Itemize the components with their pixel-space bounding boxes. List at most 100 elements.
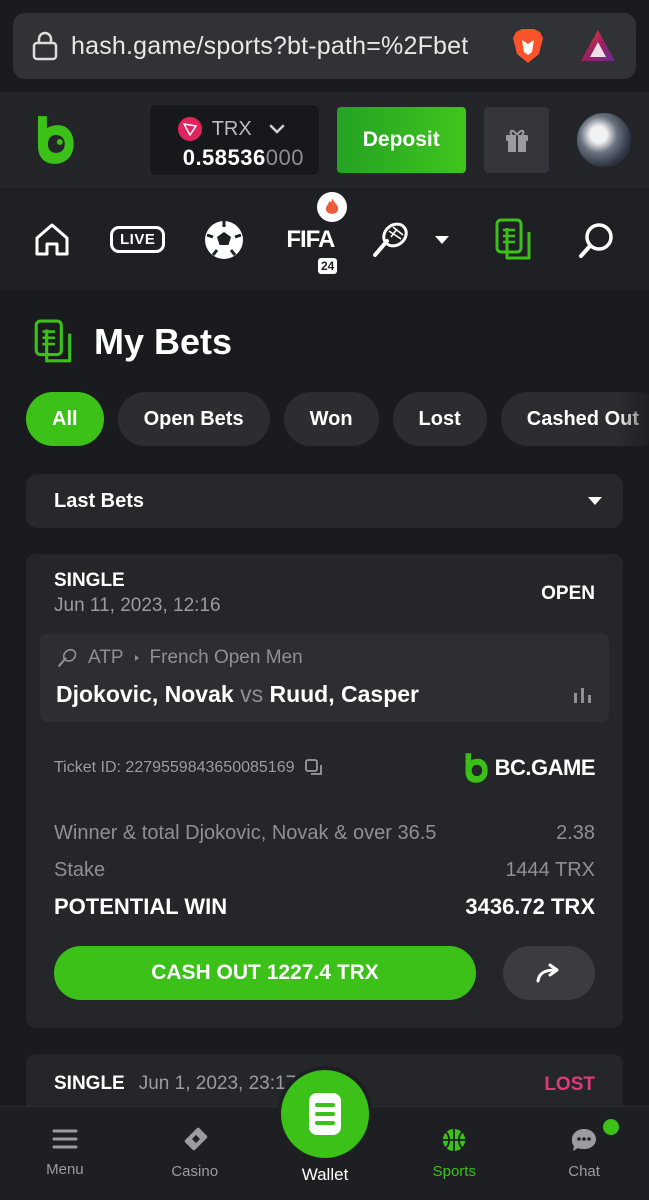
bet-event[interactable]: ATP French Open Men Djokovic, Novak vs R… (40, 633, 609, 722)
tab-casino-label: Casino (171, 1163, 219, 1180)
nav-soccer[interactable] (203, 214, 245, 266)
address-bar[interactable]: hash.game/sports?bt-path=%2Fbet (13, 13, 636, 79)
stake-row: Stake 1444 TRX (54, 859, 595, 882)
event-matchup: Djokovic, Novak vs Ruud, Casper (56, 681, 419, 708)
live-label: LIVE (120, 231, 156, 248)
browser-chrome: hash.game/sports?bt-path=%2Fbet (0, 0, 649, 92)
nav-my-bets[interactable] (495, 214, 533, 266)
tab-menu-label: Menu (46, 1161, 84, 1178)
event-league: ATP (88, 647, 124, 668)
home-icon (35, 223, 69, 255)
tab-sports[interactable]: Sports (389, 1107, 519, 1200)
bc-game-logo (465, 753, 488, 783)
page-title: My Bets (94, 321, 233, 362)
gift-button[interactable] (483, 107, 550, 173)
tab-casino[interactable]: Casino (130, 1107, 260, 1200)
online-indicator (600, 1117, 621, 1137)
search-icon (579, 222, 614, 258)
team-away: Ruud, Casper (269, 681, 419, 707)
stake-value: 1444 TRX (505, 859, 595, 881)
potential-win-label: POTENTIAL WIN (54, 894, 228, 919)
stats-icon[interactable] (571, 685, 593, 705)
potential-win-value: 3436.72 TRX (465, 894, 595, 919)
chat-bubble-icon (572, 1129, 597, 1151)
currency-label: TRX (211, 117, 252, 140)
bc-game-logo[interactable] (34, 114, 76, 166)
tab-menu[interactable]: Menu (0, 1107, 130, 1200)
nav-fifa[interactable]: FIFA 24 (281, 191, 348, 274)
brave-lion-icon[interactable] (508, 26, 548, 66)
caret-down-icon (588, 497, 602, 505)
share-arrow-icon (536, 963, 559, 983)
balance-value: 0.58536000 (183, 145, 319, 171)
page-header: My Bets (26, 292, 623, 392)
bet-date: Jun 1, 2023, 23:17 (138, 1073, 297, 1094)
nav-home[interactable] (32, 214, 72, 266)
nav-live[interactable]: LIVE (110, 214, 166, 266)
balance-main: 0.58536 (182, 145, 266, 170)
caret-down-icon (435, 235, 450, 244)
filter-lost[interactable]: Lost (392, 392, 487, 446)
wallet-balance-selector[interactable]: TRX 0.58536000 (149, 105, 319, 175)
filter-cashed-out[interactable]: Cashed Out (500, 392, 649, 446)
bet-slip-icon (495, 218, 531, 259)
tennis-racket-icon (58, 648, 77, 667)
bet-date: Jun 11, 2023, 12:16 (54, 595, 221, 616)
fifa-year: 24 (317, 257, 338, 274)
deposit-button[interactable]: Deposit (336, 107, 466, 173)
fifa-label: FIFA (286, 225, 335, 253)
filter-open-bets[interactable]: Open Bets (117, 392, 270, 446)
event-tournament: French Open Men (149, 647, 303, 668)
filter-all[interactable]: All (26, 392, 104, 446)
brave-rewards-icon[interactable] (578, 26, 618, 66)
tab-chat-label: Chat (568, 1163, 600, 1180)
bet-slip-icon (34, 319, 72, 363)
bet-odds: 2.38 (556, 822, 595, 844)
nav-search[interactable] (577, 214, 617, 266)
balance-dim: 000 (265, 145, 304, 170)
sport-nav: LIVE FIFA 24 (0, 188, 649, 292)
bottom-nav: Menu Casino Sports Chat Wallet (0, 1066, 649, 1200)
bets-period-select[interactable]: Last Bets (26, 474, 623, 528)
tennis-racket-icon (373, 222, 409, 257)
bet-status-badge: OPEN (541, 582, 595, 604)
bet-card: SINGLE Jun 11, 2023, 12:16 OPEN ATP Fren… (26, 554, 623, 1028)
bet-market-row: Winner & total Djokovic, Novak & over 36… (54, 822, 595, 845)
bet-filter-chips: All Open Bets Won Lost Cashed Out (26, 392, 649, 448)
basketball-icon (443, 1128, 466, 1152)
ticket-id: Ticket ID: 2279559843650085169 (54, 759, 295, 776)
select-value: Last Bets (54, 489, 145, 512)
wallet-icon (309, 1093, 341, 1135)
tab-sports-label: Sports (432, 1163, 476, 1180)
potential-win-row: POTENTIAL WIN 3436.72 TRX (54, 894, 595, 920)
user-avatar[interactable] (577, 113, 631, 167)
app-header: TRX 0.58536000 Deposit (0, 92, 649, 188)
copy-icon[interactable] (304, 758, 324, 778)
soccer-ball-icon (205, 220, 244, 259)
live-badge: LIVE (110, 226, 166, 253)
cash-out-button[interactable]: CASH OUT 1227.4 TRX (54, 946, 476, 1000)
vs-label: vs (240, 681, 264, 707)
chevron-down-icon (269, 124, 284, 134)
bet-market: Winner & total Djokovic, Novak & over 36… (54, 822, 437, 844)
wallet-button[interactable] (277, 1066, 373, 1162)
tab-chat[interactable]: Chat (519, 1107, 649, 1200)
lock-icon (32, 31, 58, 61)
url-text[interactable]: hash.game/sports?bt-path=%2Fbet (71, 32, 498, 61)
share-button[interactable] (503, 946, 595, 1000)
nav-more-dropdown[interactable] (433, 214, 451, 266)
trx-coin-icon (177, 117, 202, 141)
menu-icon (52, 1129, 78, 1149)
bet-type: SINGLE (54, 1073, 125, 1094)
brand-logo: BC.GAME (463, 752, 596, 784)
bet-type: SINGLE (54, 570, 125, 591)
chevron-right-icon (134, 655, 139, 661)
casino-cards-icon (184, 1127, 207, 1151)
filter-won[interactable]: Won (283, 392, 379, 446)
bet-status-badge: LOST (544, 1074, 595, 1095)
my-bets-content: My Bets All Open Bets Won Lost Cashed Ou… (0, 292, 649, 1114)
brand-name: BC.GAME (494, 755, 596, 780)
nav-tennis[interactable] (369, 214, 411, 266)
gift-icon (505, 129, 528, 152)
team-home: Djokovic, Novak (56, 681, 234, 707)
